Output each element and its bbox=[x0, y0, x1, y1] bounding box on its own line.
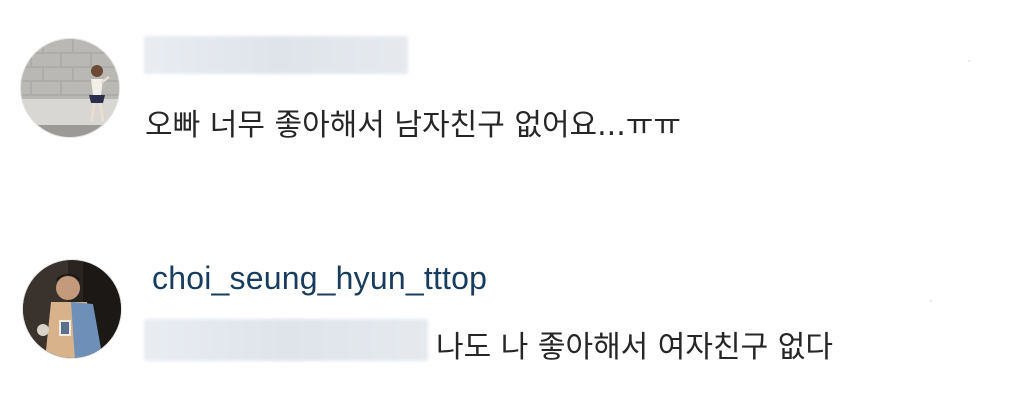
comment-text: 나도 나 좋아해서 여자친구 없다 bbox=[436, 330, 833, 365]
comment-item: choi_seung_hyun_tttop 나도 나 좋아해서 여자친구 없다 bbox=[0, 240, 1024, 420]
avatar[interactable] bbox=[22, 259, 122, 359]
comment-item: 오빠 너무 좋아해서 남자친구 없어요...ㅠㅠ bbox=[0, 0, 1024, 180]
artifact-dot bbox=[968, 60, 970, 62]
redacted-username bbox=[144, 36, 408, 74]
redacted-mention bbox=[144, 319, 428, 361]
comment-username[interactable]: choi_seung_hyun_tttop bbox=[152, 260, 487, 297]
avatar[interactable] bbox=[20, 38, 120, 138]
artifact-dot bbox=[930, 300, 932, 302]
user-avatar-photo-icon bbox=[23, 260, 121, 358]
comment-text: 오빠 너무 좋아해서 남자친구 없어요...ㅠㅠ bbox=[145, 108, 681, 143]
user-avatar-photo-icon bbox=[21, 39, 119, 137]
comments-section: 오빠 너무 좋아해서 남자친구 없어요...ㅠㅠ choi_seung_hyun… bbox=[0, 0, 1024, 420]
